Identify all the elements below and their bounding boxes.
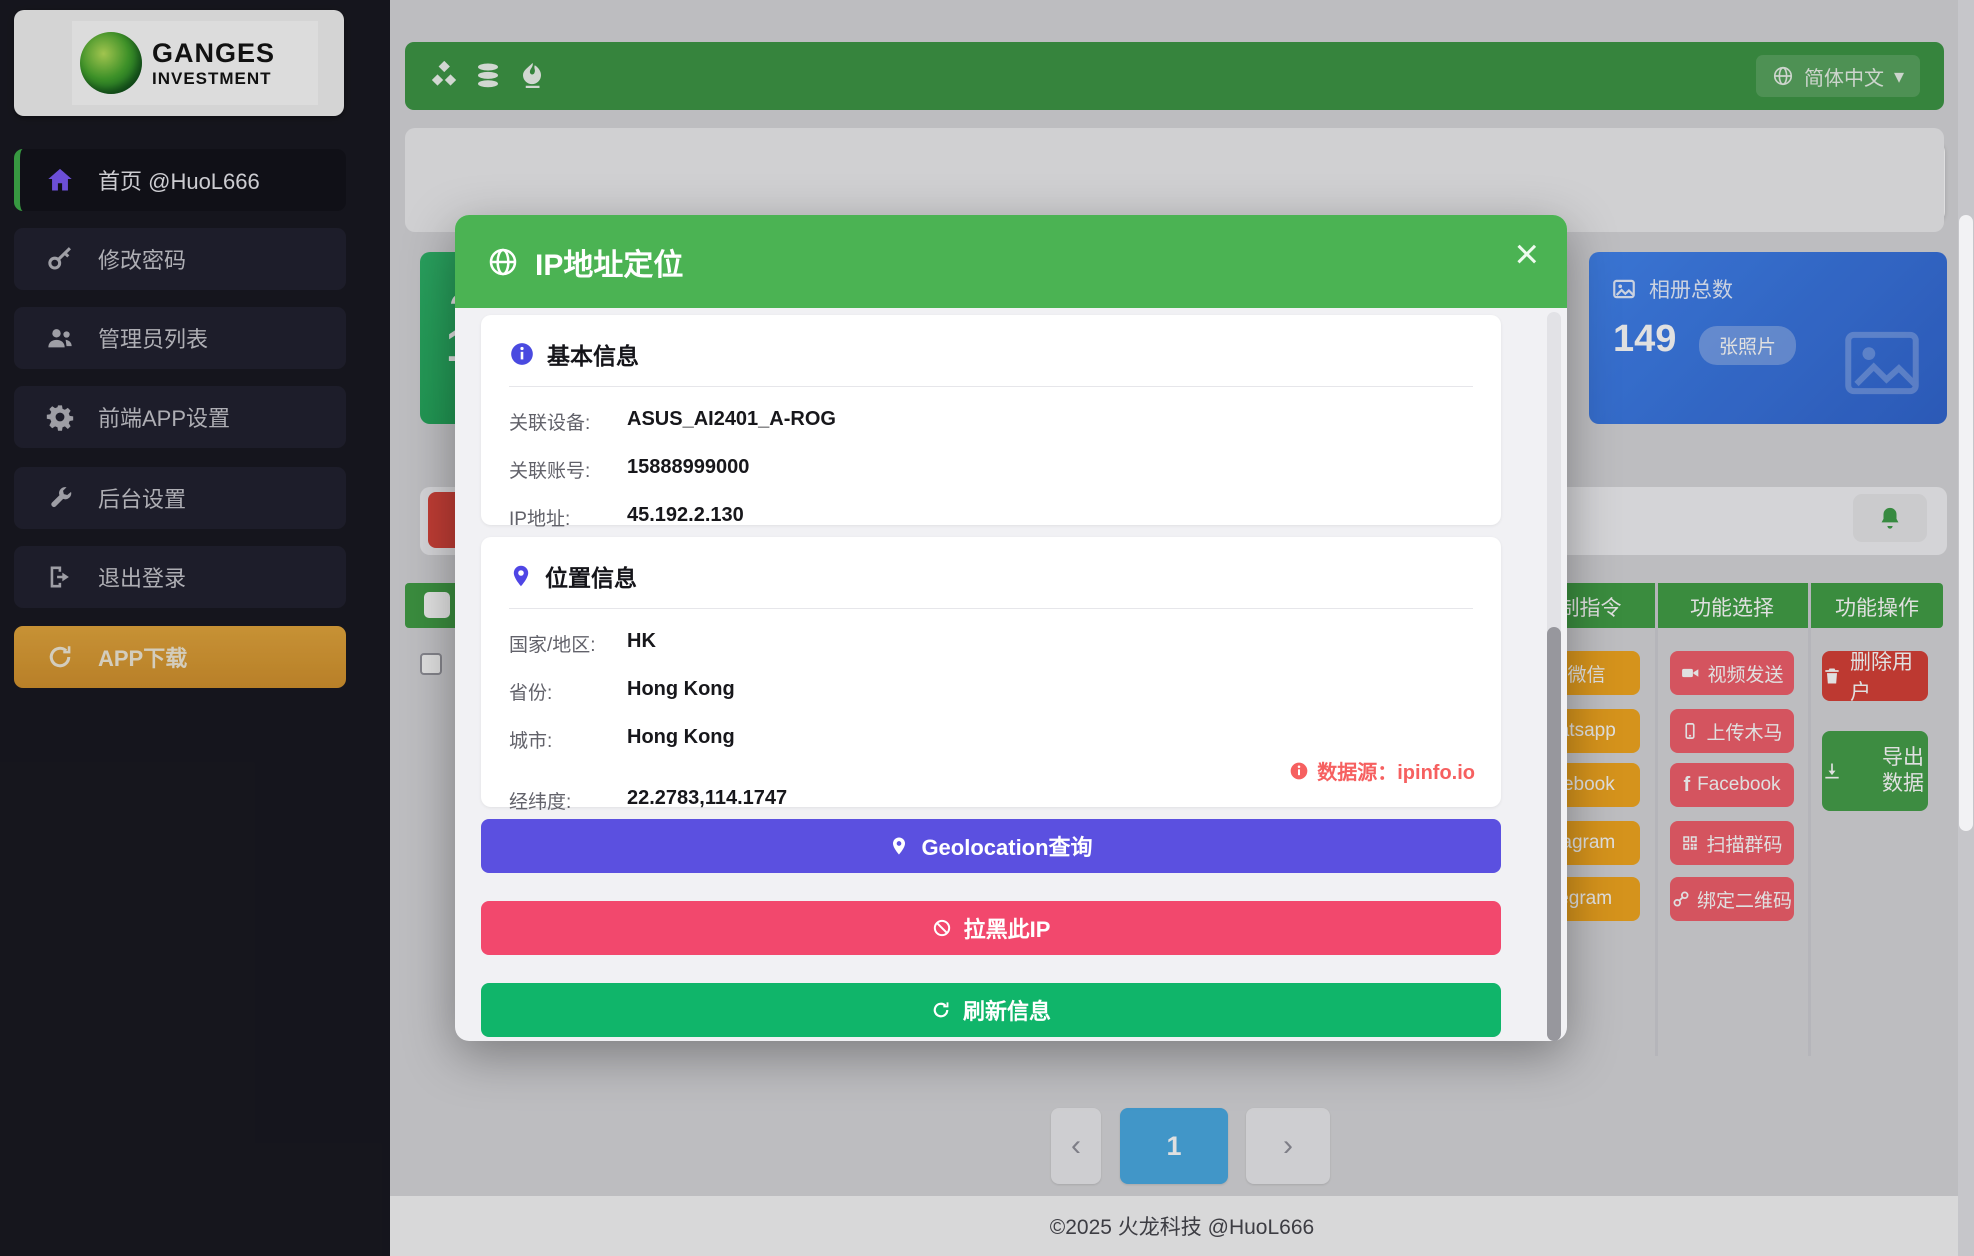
info-row: 国家/地区:HK: [509, 630, 1473, 657]
divider: [509, 386, 1473, 387]
modal-title: IP地址定位: [535, 240, 683, 284]
refresh-icon: [931, 1000, 951, 1020]
refresh-info-button[interactable]: 刷新信息: [481, 983, 1501, 1037]
location-info-title: 位置信息: [545, 559, 637, 593]
close-icon[interactable]: ×: [1514, 233, 1539, 275]
row-label: 城市:: [509, 726, 627, 753]
row-label: 关联账号:: [509, 456, 627, 483]
row-label: IP地址:: [509, 504, 627, 531]
button-label: Geolocation查询: [921, 830, 1092, 862]
map-pin-icon: [889, 836, 909, 856]
app-root: GANGES INVESTMENT 首页 @HuoL666 修改密码 管理员列表…: [0, 0, 1974, 1256]
button-label: 刷新信息: [963, 994, 1051, 1026]
basic-info-card: 基本信息 关联设备:ASUS_AI2401_A-ROG 关联账号:1588899…: [481, 315, 1501, 525]
row-value: 22.2783,114.1747: [627, 787, 787, 814]
info-row: 城市:Hong Kong: [509, 726, 1473, 753]
row-label: 经纬度:: [509, 787, 627, 814]
basic-info-title: 基本信息: [547, 337, 639, 371]
globe-icon: [487, 246, 519, 278]
map-pin-icon: [509, 564, 533, 588]
row-value: Hong Kong: [627, 726, 735, 753]
info-row: 关联账号:15888999000: [509, 456, 1473, 483]
info-row: 关联设备:ASUS_AI2401_A-ROG: [509, 408, 1473, 435]
row-value: HK: [627, 630, 656, 657]
blacklist-ip-button[interactable]: 拉黑此IP: [481, 901, 1501, 955]
row-label: 国家/地区:: [509, 630, 627, 657]
info-row: 经纬度:22.2783,114.1747: [509, 787, 1473, 814]
row-label: 省份:: [509, 678, 627, 705]
data-source-note: 数据源：ipinfo.io: [1289, 756, 1475, 785]
row-label: 关联设备:: [509, 408, 627, 435]
geolocation-query-button[interactable]: Geolocation查询: [481, 819, 1501, 873]
data-source-text: 数据源：ipinfo.io: [1317, 756, 1475, 785]
modal-scrollbar-thumb[interactable]: [1547, 627, 1561, 1041]
modal-header: IP地址定位 ×: [455, 215, 1567, 308]
row-value: Hong Kong: [627, 678, 735, 705]
row-value: 45.192.2.130: [627, 504, 744, 531]
info-row: 省份:Hong Kong: [509, 678, 1473, 705]
row-value: 15888999000: [627, 456, 749, 483]
info-circle-icon: [509, 341, 535, 367]
page-scrollbar-thumb[interactable]: [1959, 215, 1973, 831]
info-circle-icon: [1289, 761, 1309, 781]
ip-location-modal: IP地址定位 × 基本信息 关联设备:ASUS_AI2401_A-ROG 关联账…: [455, 215, 1567, 1041]
info-row: IP地址:45.192.2.130: [509, 504, 1473, 531]
row-value: ASUS_AI2401_A-ROG: [627, 408, 836, 435]
button-label: 拉黑此IP: [964, 912, 1051, 944]
divider: [509, 608, 1473, 609]
ban-icon: [932, 918, 952, 938]
location-info-card: 位置信息 国家/地区:HK 省份:Hong Kong 城市:Hong Kong …: [481, 537, 1501, 807]
